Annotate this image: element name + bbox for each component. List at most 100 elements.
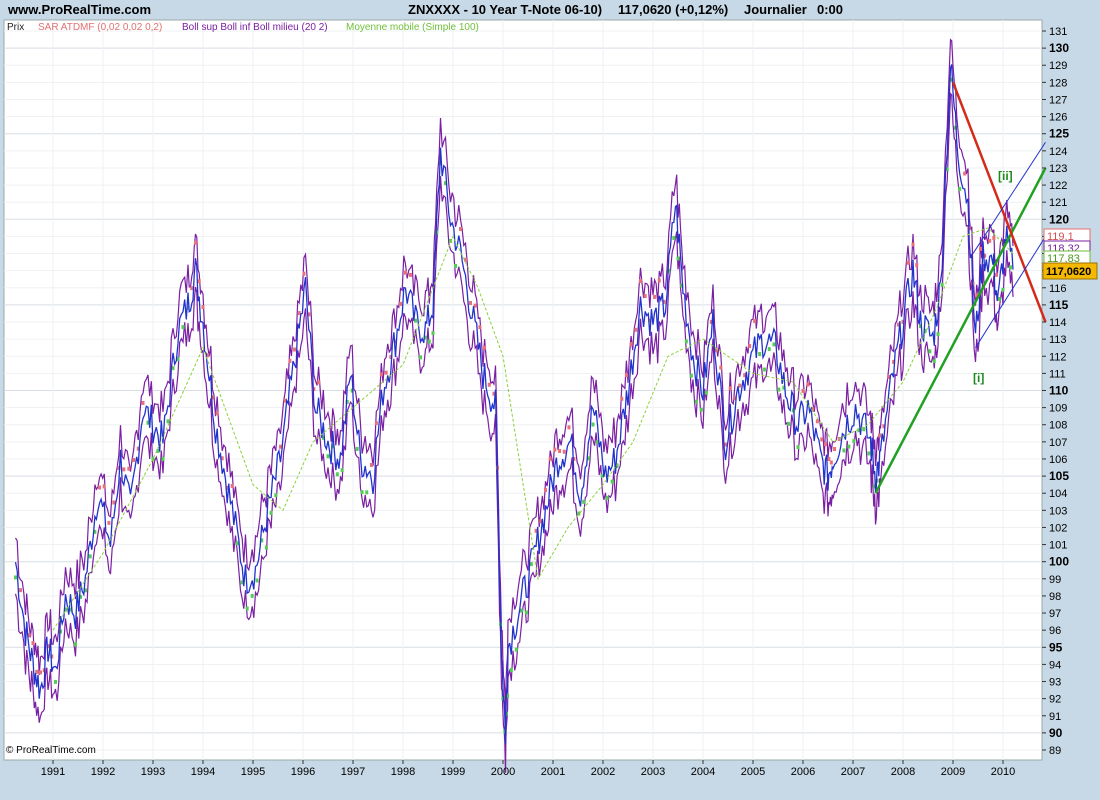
sar-dot: [235, 541, 239, 546]
sar-dot: [847, 444, 851, 449]
sar-dot: [379, 372, 383, 377]
sar-dot: [384, 370, 388, 375]
y-tick-label: 120: [1049, 212, 1069, 226]
sar-dot: [431, 331, 435, 336]
sar-dot: [74, 642, 77, 647]
sar-dot: [553, 447, 557, 452]
x-tick-label: 2007: [841, 766, 865, 778]
sar-dot: [269, 510, 273, 515]
chart-window: www.ProRealTime.com ZNXXXX - 10 Year T-N…: [0, 0, 1100, 800]
sar-dot: [629, 342, 633, 347]
sar-dot: [963, 171, 967, 176]
sar-dot: [824, 442, 827, 447]
y-tick-label: 96: [1049, 625, 1061, 637]
x-tick-label: 2001: [541, 766, 565, 778]
sar-dot: [102, 484, 106, 489]
sar-dot: [161, 456, 165, 461]
sar-dot: [201, 305, 205, 310]
sar-dot: [39, 670, 42, 675]
sar-dot: [487, 382, 491, 387]
site-name: www.ProRealTime.com: [7, 2, 151, 17]
y-tick-label: 129: [1049, 60, 1067, 72]
sar-dot: [728, 386, 732, 391]
chart-time: 0:00: [817, 2, 843, 17]
sar-dot: [190, 286, 194, 291]
sar-dot: [763, 367, 767, 372]
sar-dot: [867, 451, 871, 456]
y-tick-label: 122: [1049, 180, 1067, 192]
sar-dot: [529, 562, 533, 567]
sar-dot: [704, 390, 708, 395]
sar-dot: [634, 327, 638, 332]
sar-dot: [194, 240, 197, 245]
price-chart: www.ProRealTime.com ZNXXXX - 10 Year T-N…: [3, 2, 1098, 778]
legend-sar: SAR ATDMF (0,02 0,02 0,2): [38, 22, 162, 33]
sar-dot: [657, 278, 661, 283]
sar-dot: [994, 272, 998, 277]
x-tick-label: 2008: [891, 766, 915, 778]
y-tick-label: 110: [1049, 384, 1069, 398]
chart-title: ZNXXXX - 10 Year T-Note 06-10): [408, 2, 602, 17]
sar-dot: [88, 554, 92, 559]
sar-dot: [582, 499, 586, 504]
sar-dot: [796, 445, 800, 450]
sar-dot: [127, 466, 131, 471]
sar-dot: [699, 407, 703, 412]
sar-dot: [906, 260, 910, 265]
sar-dot: [787, 421, 791, 426]
sar-dot: [829, 460, 833, 465]
x-tick-label: 1998: [391, 766, 415, 778]
y-tick-label: 91: [1049, 711, 1061, 723]
y-tick-label: 123: [1049, 163, 1067, 175]
sar-dot: [355, 446, 359, 451]
x-axis: 1991 1992 1993 1994 1995 1996 1997 1998 1999 2000…: [41, 760, 1015, 778]
sar-dot: [548, 456, 552, 461]
sar-dot: [777, 387, 781, 392]
legend-price: Prix: [7, 22, 24, 33]
y-tick-label: 90: [1049, 726, 1063, 740]
sar-dot: [340, 468, 344, 473]
sar-dot: [274, 493, 278, 498]
x-tick-label: 2010: [991, 766, 1015, 778]
sar-dot: [801, 388, 805, 393]
y-tick-label: 127: [1049, 94, 1067, 106]
sar-dot: [911, 242, 915, 247]
sar-dot: [567, 425, 571, 430]
sar-dot: [369, 462, 373, 467]
y-tick-label: 99: [1049, 574, 1061, 586]
sar-dot: [639, 279, 642, 284]
y-tick-label: 98: [1049, 591, 1061, 603]
y-tick-label: 103: [1049, 505, 1067, 517]
last-price-label: 117,0620: [1046, 266, 1091, 278]
sar-dot: [558, 449, 562, 454]
y-tick-label: 105: [1049, 469, 1069, 483]
sar-dot: [936, 332, 940, 337]
y-tick-label: 131: [1049, 26, 1067, 38]
sar-dot: [719, 365, 723, 370]
y-tick-label: 109: [1049, 403, 1067, 415]
y-tick-label: 93: [1049, 677, 1061, 689]
sar-dot: [469, 300, 472, 305]
x-tick-label: 2000: [491, 766, 515, 778]
y-tick-label: 113: [1049, 334, 1067, 346]
sar-dot: [958, 186, 962, 191]
sar-dot: [14, 575, 17, 580]
sar-dot: [748, 344, 752, 349]
sar-dot: [624, 373, 628, 378]
x-tick-label: 1996: [291, 766, 315, 778]
sar-dot: [181, 325, 185, 330]
sar-dot: [767, 347, 771, 352]
sar-dot: [610, 479, 614, 484]
sar-dot: [1009, 265, 1012, 270]
sar-dot: [842, 448, 846, 453]
wave-label-i: [i]: [973, 371, 984, 385]
x-tick-label: 2002: [591, 766, 615, 778]
sar-dot: [374, 421, 378, 426]
y-tick-label: 111: [1049, 368, 1066, 380]
sar-dot: [833, 446, 837, 451]
y-tick-label: 100: [1049, 555, 1069, 569]
sar-dot: [653, 294, 657, 299]
chart-quote: 117,0620 (+0,12%): [618, 2, 728, 17]
legend-bollinger: Boll sup Boll inf Boll milieu (20 2): [182, 22, 328, 33]
sar-dot: [360, 490, 364, 495]
